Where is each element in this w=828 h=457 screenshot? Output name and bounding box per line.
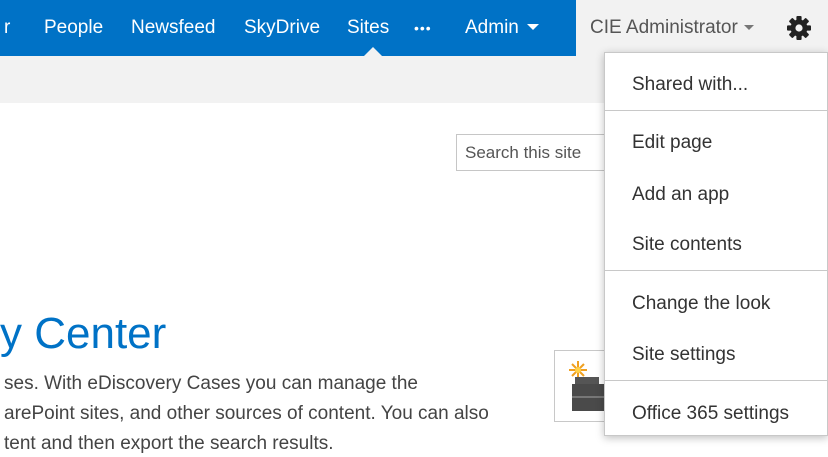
user-area: CIE Administrator <box>576 0 828 56</box>
menu-divider <box>605 110 827 111</box>
menu-item-change-the-look[interactable]: Change the look <box>605 287 827 321</box>
nav-item-admin[interactable]: Admin <box>465 0 539 56</box>
nav-item-truncated[interactable]: r <box>4 0 10 56</box>
menu-item-office-365-settings[interactable]: Office 365 settings <box>605 397 827 431</box>
description-line-1: ses. With eDiscovery Cases you can manag… <box>4 373 418 394</box>
menu-divider <box>605 270 827 271</box>
chevron-down-icon <box>743 25 754 30</box>
nav-item-admin-label: Admin <box>465 17 519 38</box>
nav-item-newsfeed[interactable]: Newsfeed <box>131 0 216 56</box>
menu-item-site-contents[interactable]: Site contents <box>605 228 827 262</box>
description-line-3: tent and then export the search results. <box>4 433 334 454</box>
menu-item-shared-with[interactable]: Shared with... <box>605 68 827 102</box>
nav-item-people[interactable]: People <box>44 0 103 56</box>
user-name: CIE Administrator <box>590 17 738 38</box>
suite-bar: r People Newsfeed SkyDrive Sites ••• Adm… <box>0 0 828 56</box>
nav-item-skydrive[interactable]: SkyDrive <box>244 0 320 56</box>
active-nav-pointer <box>364 47 382 56</box>
menu-divider <box>605 380 827 381</box>
settings-menu: Shared with... Edit page Add an app Site… <box>604 52 828 436</box>
chevron-down-icon <box>526 24 539 30</box>
page-title: y Center <box>0 309 167 358</box>
user-menu[interactable]: CIE Administrator <box>590 0 754 56</box>
description-line-2: arePoint sites, and other sources of con… <box>4 403 489 424</box>
nav-item-more[interactable]: ••• <box>414 0 432 56</box>
gear-icon[interactable] <box>785 14 813 42</box>
menu-item-edit-page[interactable]: Edit page <box>605 126 827 160</box>
menu-item-add-an-app[interactable]: Add an app <box>605 178 827 212</box>
search-input[interactable] <box>456 134 606 171</box>
menu-item-site-settings[interactable]: Site settings <box>605 338 827 372</box>
